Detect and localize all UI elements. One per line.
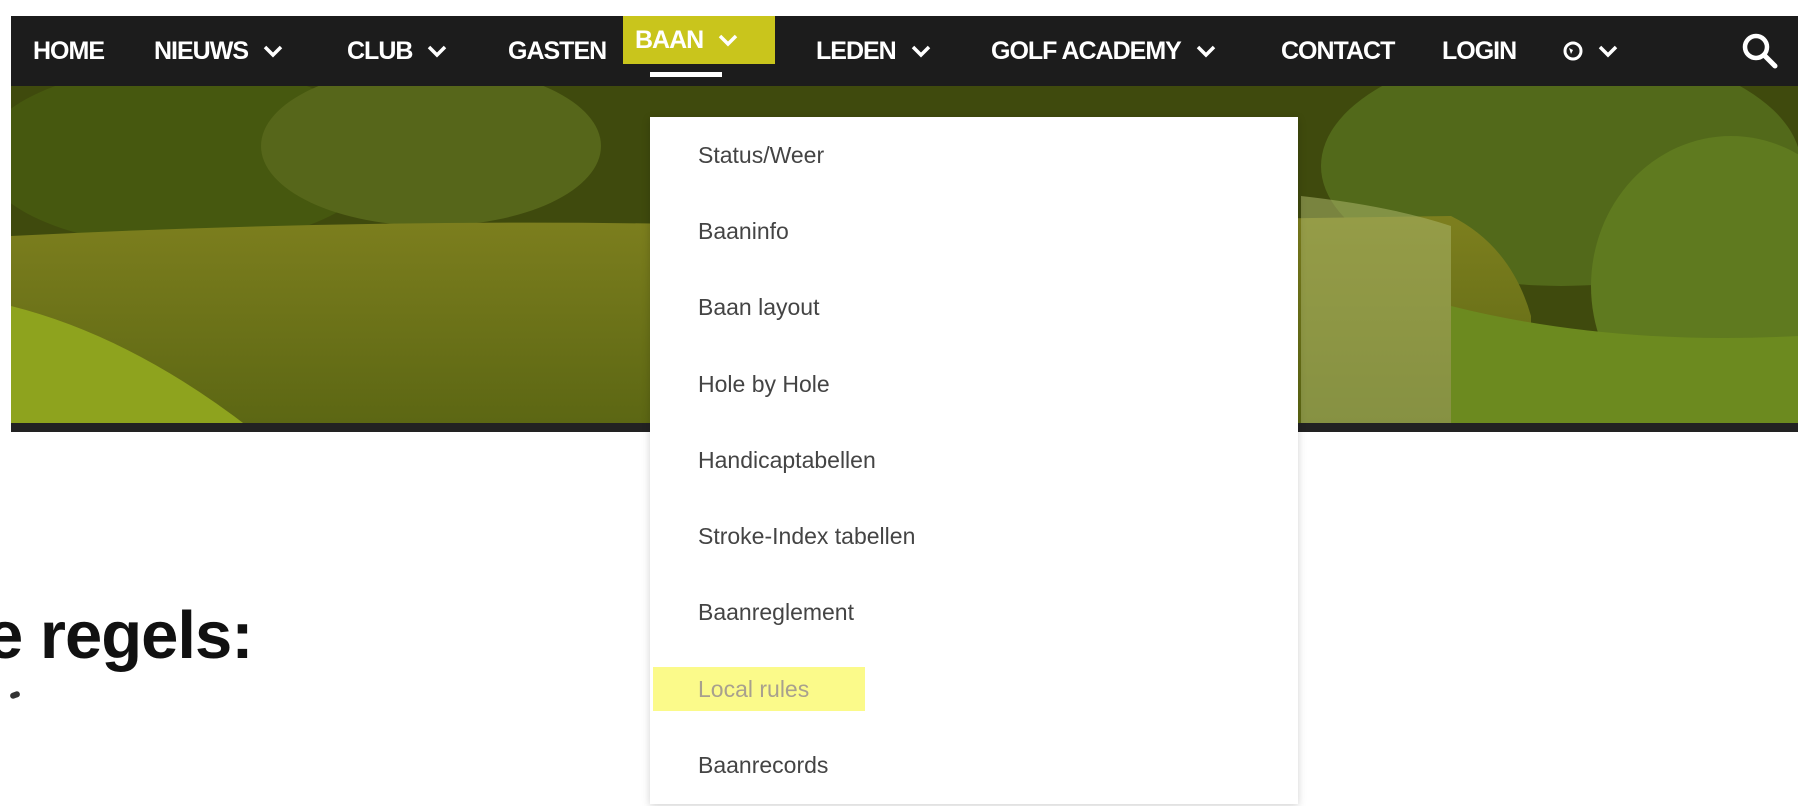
menu-item-status-weer[interactable]: Status/Weer [698, 133, 824, 177]
search-button[interactable] [1741, 16, 1779, 86]
chevron-down-icon [263, 45, 283, 58]
nav-golf-academy[interactable]: GOLF ACADEMY [991, 16, 1217, 86]
chevron-down-icon [1598, 45, 1618, 58]
nav-login[interactable]: LOGIN [1442, 16, 1517, 86]
page-heading: e regels: [0, 598, 254, 673]
nav-baan[interactable]: BAAN [623, 16, 775, 64]
menu-item-baanreglement[interactable]: Baanreglement [698, 590, 854, 634]
nav-golf-academy-label: GOLF ACADEMY [991, 36, 1182, 65]
active-nav-underline [650, 72, 722, 77]
main-navigation: HOME NIEUWS CLUB GASTEN BAAN LEDEN GOLF … [11, 16, 1798, 86]
globe-icon [1563, 41, 1583, 61]
nav-login-label: LOGIN [1442, 36, 1517, 65]
chevron-down-icon [718, 34, 738, 47]
nav-club[interactable]: CLUB [347, 16, 448, 86]
menu-item-baaninfo[interactable]: Baaninfo [698, 209, 789, 253]
nav-leden-label: LEDEN [816, 36, 897, 65]
search-icon [1742, 33, 1778, 69]
chevron-down-icon [428, 45, 447, 58]
nav-leden[interactable]: LEDEN [816, 16, 932, 86]
menu-item-baan-layout[interactable]: Baan layout [698, 285, 819, 329]
language-selector[interactable] [1563, 16, 1619, 86]
nav-club-label: CLUB [347, 36, 413, 65]
menu-item-baanrecords[interactable]: Baanrecords [698, 743, 828, 787]
nav-home[interactable]: HOME [33, 16, 105, 86]
menu-item-stroke-index-tabellen[interactable]: Stroke-Index tabellen [698, 514, 915, 558]
baan-dropdown-menu: Status/Weer Baaninfo Baan layout Hole by… [650, 117, 1298, 804]
nav-nieuws[interactable]: NIEUWS [154, 16, 284, 86]
menu-item-local-rules[interactable]: Local rules [698, 667, 809, 711]
nav-home-label: HOME [33, 36, 105, 65]
nav-gasten-label: GASTEN [508, 36, 607, 65]
nav-contact[interactable]: CONTACT [1281, 16, 1395, 86]
heading-mark [9, 690, 21, 700]
menu-item-handicaptabellen[interactable]: Handicaptabellen [698, 438, 876, 482]
nav-gasten[interactable]: GASTEN [508, 16, 607, 86]
nav-nieuws-label: NIEUWS [154, 36, 249, 65]
chevron-down-icon [911, 45, 930, 58]
chevron-down-icon [1196, 45, 1216, 58]
menu-item-hole-by-hole[interactable]: Hole by Hole [698, 362, 830, 406]
nav-contact-label: CONTACT [1281, 36, 1395, 65]
nav-baan-label: BAAN [635, 25, 704, 54]
